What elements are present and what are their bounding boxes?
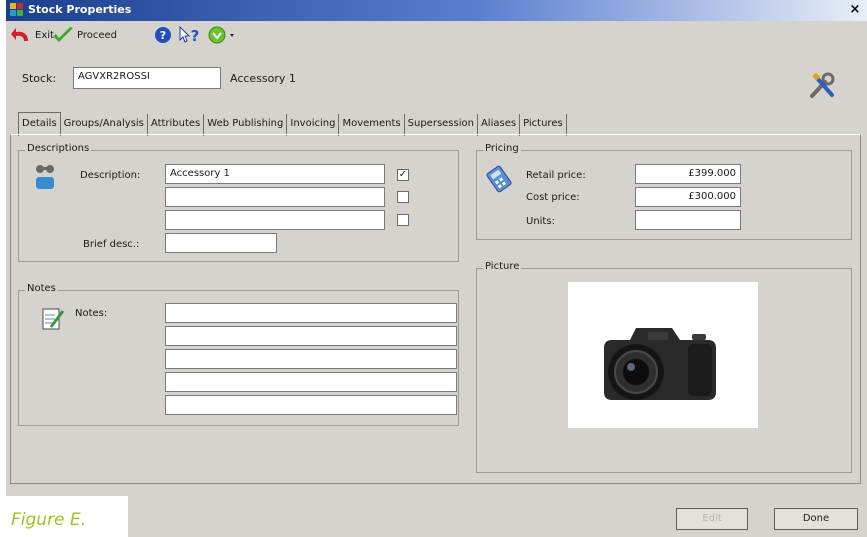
window-title: Stock Properties [28, 3, 132, 16]
stock-row: Stock: AGVXR2ROSSI Accessory 1 [6, 62, 867, 98]
app-icon [10, 3, 23, 16]
edit-button[interactable]: Edit [676, 508, 748, 530]
notes-line-4[interactable] [165, 372, 457, 392]
description-line-3-checkbox[interactable] [397, 214, 409, 226]
whats-this-button[interactable]: ? [178, 25, 202, 45]
notes-title: Notes [25, 283, 58, 294]
description-line-2-checkbox[interactable] [397, 191, 409, 203]
description-line-3[interactable] [165, 210, 385, 230]
exit-button[interactable]: Exit [10, 25, 54, 45]
description-label: Description: [80, 170, 141, 181]
tab-details[interactable]: Details [18, 112, 61, 136]
svg-text:?: ? [191, 27, 200, 44]
calculator-icon [486, 165, 512, 193]
stock-properties-window: Stock Properties × Exit Proceed ? ? Stoc… [6, 0, 867, 537]
notes-line-2[interactable] [165, 326, 457, 346]
proceed-button[interactable]: Proceed [52, 25, 117, 45]
notes-line-1[interactable] [165, 303, 457, 323]
svg-text:?: ? [160, 29, 166, 42]
notes-line-3[interactable] [165, 349, 457, 369]
notes-icon [42, 308, 65, 330]
description-line-2[interactable] [165, 187, 385, 207]
retail-price-field[interactable]: £399.000 [635, 164, 741, 184]
product-picture [568, 282, 758, 428]
tab-strip: Details Groups/Analysis Attributes Web P… [18, 112, 567, 136]
descriptions-icon [36, 165, 54, 189]
options-icon [208, 26, 234, 44]
tools-icon[interactable] [808, 72, 838, 100]
retail-price-label: Retail price: [526, 170, 586, 181]
toolbar: Exit Proceed ? ? [6, 21, 867, 49]
tab-movements[interactable]: Movements [339, 114, 405, 136]
notes-line-5[interactable] [165, 395, 457, 415]
brief-desc-field[interactable] [165, 233, 277, 253]
picture-title: Picture [483, 261, 522, 272]
close-button[interactable]: × [847, 2, 863, 18]
pricing-group: Pricing Retail price: £399.000 Cost pric… [476, 143, 852, 240]
tab-aliases[interactable]: Aliases [478, 114, 521, 136]
cost-price-field[interactable]: £300.000 [635, 187, 741, 207]
camera-image [604, 328, 716, 400]
tab-pictures[interactable]: Pictures [520, 114, 567, 136]
units-label: Units: [526, 216, 555, 227]
description-line-1-checkbox[interactable]: ✓ [397, 169, 409, 181]
cost-price-label: Cost price: [526, 192, 580, 203]
units-field[interactable] [635, 210, 741, 230]
undo-arrow-icon [11, 28, 28, 41]
whats-this-icon: ? [179, 26, 200, 44]
tab-supersession[interactable]: Supersession [405, 114, 478, 136]
notes-label: Notes: [75, 308, 108, 319]
help-icon: ? [155, 27, 171, 43]
description-line-1[interactable]: Accessory 1 [165, 164, 385, 184]
figure-caption: Figure E. [6, 496, 128, 537]
stock-code-field[interactable]: AGVXR2ROSSI [73, 67, 221, 89]
tab-attributes[interactable]: Attributes [148, 114, 205, 136]
done-button[interactable]: Done [774, 508, 858, 530]
help-button[interactable]: ? [154, 25, 172, 45]
tab-groups-analysis[interactable]: Groups/Analysis [61, 114, 148, 136]
checkmark-icon [53, 27, 73, 42]
tab-web-publishing[interactable]: Web Publishing [204, 114, 288, 136]
pricing-title: Pricing [483, 143, 521, 154]
brief-desc-label: Brief desc.: [83, 239, 140, 250]
descriptions-group: Descriptions Description: Accessory 1 ✓ … [18, 143, 459, 262]
options-button[interactable] [208, 25, 238, 45]
descriptions-title: Descriptions [25, 143, 92, 154]
proceed-label: Proceed [77, 29, 118, 41]
stock-name: Accessory 1 [230, 72, 296, 85]
tab-invoicing[interactable]: Invoicing [287, 114, 340, 136]
notes-group: Notes Notes: [18, 283, 459, 426]
title-bar: Stock Properties × [6, 0, 867, 21]
stock-label: Stock: [22, 72, 57, 85]
